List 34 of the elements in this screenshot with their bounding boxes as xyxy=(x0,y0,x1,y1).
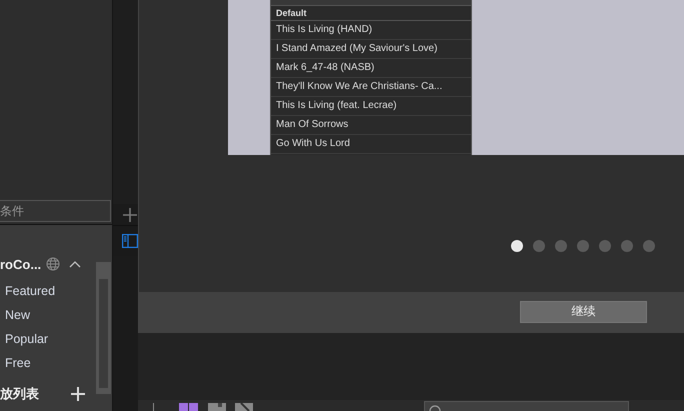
library-item[interactable]: Featured xyxy=(0,279,96,303)
continue-button[interactable]: 继续 xyxy=(520,300,647,322)
scrollbar[interactable] xyxy=(96,262,111,394)
song-row[interactable]: Go With Us Lord xyxy=(271,135,471,154)
library-item[interactable]: New xyxy=(0,303,96,327)
page-dot[interactable] xyxy=(511,240,523,252)
song-row[interactable]: This Is Living (feat. Lecrae) xyxy=(271,97,471,116)
library-title[interactable]: roCo... xyxy=(0,256,42,272)
slash-icon[interactable] xyxy=(235,403,253,411)
list-header: Default xyxy=(271,6,471,21)
page-dot[interactable] xyxy=(533,240,545,252)
song-row[interactable]: I Stand Amazed (My Saviour's Love) xyxy=(271,40,471,59)
playlists-title: 放列表 xyxy=(0,385,39,403)
add-icon[interactable] xyxy=(123,208,137,222)
page-dot[interactable] xyxy=(621,240,633,252)
song-row[interactable]: Man Of Sorrows xyxy=(271,116,471,135)
song-row[interactable]: Mark 6_47-48 (NASB) xyxy=(271,59,471,78)
library-item[interactable]: Popular xyxy=(0,327,96,351)
divider-mark xyxy=(153,403,154,411)
globe-icon[interactable] xyxy=(46,257,60,271)
page-dot[interactable] xyxy=(577,240,589,252)
song-row[interactable]: This Is Living (HAND) xyxy=(271,21,471,40)
page-dot[interactable] xyxy=(643,240,655,252)
search-field[interactable] xyxy=(424,401,629,411)
library-item[interactable]: Free xyxy=(0,351,96,375)
song-row[interactable]: They'll Know We Are Christians- Ca... xyxy=(271,78,471,97)
page-dot[interactable] xyxy=(555,240,567,252)
filter-field[interactable]: 条件 xyxy=(0,200,111,222)
search-icon xyxy=(429,405,441,411)
panel-icon[interactable] xyxy=(122,234,138,248)
caret-up-icon[interactable] xyxy=(69,260,82,268)
page-dot[interactable] xyxy=(599,240,611,252)
grid-icon[interactable] xyxy=(179,403,199,411)
checker-icon[interactable] xyxy=(208,403,226,411)
